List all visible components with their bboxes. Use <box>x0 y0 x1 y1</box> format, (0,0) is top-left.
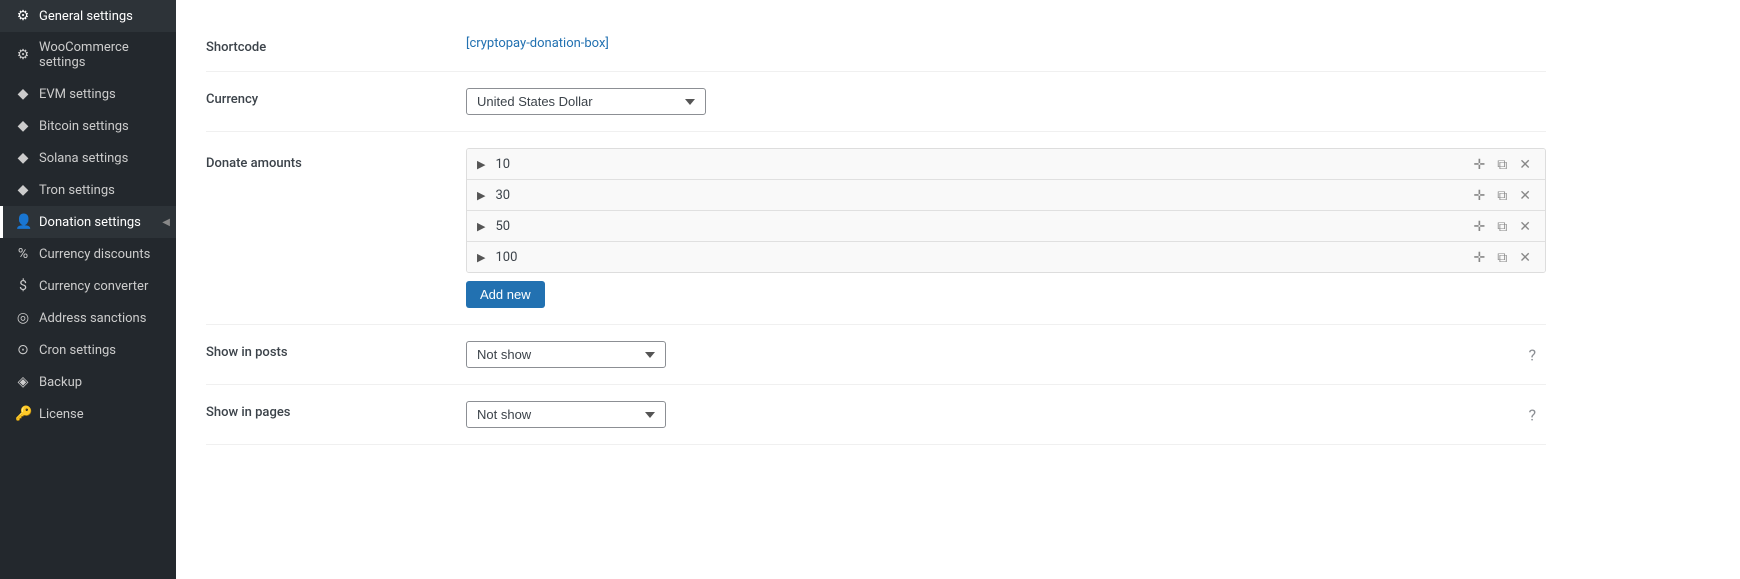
currency-control: United States Dollar Euro British Pound … <box>466 88 1546 115</box>
sidebar-item-general-settings[interactable]: ⚙ General settings <box>0 0 176 32</box>
amount-chevron-icon[interactable]: ▶ <box>477 220 485 233</box>
sidebar-item-label: Tron settings <box>39 183 115 198</box>
amount-move-icon[interactable]: ✛ <box>1470 248 1490 266</box>
currency-row: Currency United States Dollar Euro Briti… <box>206 72 1546 132</box>
show-in-posts-select[interactable]: Not show Show <box>466 341 666 368</box>
sidebar-item-label: Backup <box>39 375 82 390</box>
show-in-posts-control: Not show Show <box>466 341 1546 368</box>
sidebar-item-label: Cron settings <box>39 343 116 358</box>
sidebar-item-donation-settings[interactable]: 👤 Donation settings ◀ <box>0 206 176 238</box>
amount-value: 100 <box>495 250 1463 265</box>
sidebar-item-label: EVM settings <box>39 87 116 102</box>
diamond-icon: ◆ <box>15 118 31 134</box>
sidebar-item-license[interactable]: 🔑 License <box>0 398 176 430</box>
diamond-icon: ◆ <box>15 182 31 198</box>
donate-amounts-list: ▶ 10 ✛ ⧉ ✕ ▶ 30 ✛ ⧉ ✕ ▶ 50 ✛ ⧉ ✕ ▶ <box>466 148 1546 273</box>
diamond-icon: ◆ <box>15 86 31 102</box>
donate-amounts-label: Donate amounts <box>206 148 466 171</box>
amount-delete-icon[interactable]: ✕ <box>1515 217 1535 235</box>
diamond-icon: ◆ <box>15 150 31 166</box>
amount-copy-icon[interactable]: ⧉ <box>1493 217 1511 235</box>
show-in-pages-help-icon[interactable]: ? <box>1528 405 1536 424</box>
amount-row: ▶ 50 ✛ ⧉ ✕ <box>467 211 1545 242</box>
user-icon: 👤 <box>15 214 31 230</box>
show-in-posts-help-icon[interactable]: ? <box>1528 345 1536 364</box>
sidebar-item-label: License <box>39 407 84 422</box>
sidebar-item-label: Bitcoin settings <box>39 119 129 134</box>
sidebar-arrow-icon: ◀ <box>162 217 170 228</box>
gear-icon: ⚙ <box>15 47 31 63</box>
sidebar-item-currency-discounts[interactable]: % Currency discounts <box>0 238 176 270</box>
sidebar-item-cron-settings[interactable]: ⊙ Cron settings <box>0 334 176 366</box>
shortcode-value: [cryptopay-donation-box] <box>466 32 609 51</box>
amount-actions: ✛ ⧉ ✕ <box>1470 217 1535 235</box>
amount-actions: ✛ ⧉ ✕ <box>1470 248 1535 266</box>
amount-chevron-icon[interactable]: ▶ <box>477 189 485 202</box>
currency-label: Currency <box>206 88 466 107</box>
amount-actions: ✛ ⧉ ✕ <box>1470 155 1535 173</box>
show-in-pages-label: Show in pages <box>206 401 466 420</box>
donate-amounts-control: ▶ 10 ✛ ⧉ ✕ ▶ 30 ✛ ⧉ ✕ ▶ 50 ✛ ⧉ ✕ ▶ <box>466 148 1546 308</box>
amount-row: ▶ 10 ✛ ⧉ ✕ <box>467 149 1545 180</box>
sidebar-item-bitcoin-settings[interactable]: ◆ Bitcoin settings <box>0 110 176 142</box>
sidebar-item-label: WooCommerce settings <box>39 40 164 70</box>
amount-chevron-icon[interactable]: ▶ <box>477 158 485 171</box>
show-in-posts-row: Show in posts Not show Show ? <box>206 325 1546 385</box>
amount-row: ▶ 30 ✛ ⧉ ✕ <box>467 180 1545 211</box>
amount-actions: ✛ ⧉ ✕ <box>1470 186 1535 204</box>
sidebar-item-label: Currency discounts <box>39 247 150 262</box>
shortcode-label: Shortcode <box>206 36 466 55</box>
circle-icon: ◎ <box>15 310 31 326</box>
currency-select[interactable]: United States Dollar Euro British Pound … <box>466 88 706 115</box>
show-in-pages-select[interactable]: Not show Show <box>466 401 666 428</box>
sidebar-item-label: General settings <box>39 9 133 24</box>
sidebar-item-label: Solana settings <box>39 151 128 166</box>
show-in-posts-label: Show in posts <box>206 341 466 360</box>
amount-value: 30 <box>495 188 1463 203</box>
amount-delete-icon[interactable]: ✕ <box>1515 155 1535 173</box>
sidebar-item-label: Address sanctions <box>39 311 146 326</box>
clock-icon: ⊙ <box>15 342 31 358</box>
sidebar: ⚙ General settings ⚙ WooCommerce setting… <box>0 0 176 579</box>
sidebar-item-address-sanctions[interactable]: ◎ Address sanctions <box>0 302 176 334</box>
amount-move-icon[interactable]: ✛ <box>1470 155 1490 173</box>
sidebar-item-label: Donation settings <box>39 215 141 230</box>
sidebar-item-label: Currency converter <box>39 279 148 294</box>
amount-copy-icon[interactable]: ⧉ <box>1493 186 1511 204</box>
percent-icon: % <box>15 246 31 262</box>
dollar-icon: $ <box>15 278 31 294</box>
sidebar-item-currency-converter[interactable]: $ Currency converter <box>0 270 176 302</box>
amount-move-icon[interactable]: ✛ <box>1470 217 1490 235</box>
amount-chevron-icon[interactable]: ▶ <box>477 251 485 264</box>
amount-delete-icon[interactable]: ✕ <box>1515 248 1535 266</box>
backup-icon: ◈ <box>15 374 31 390</box>
amount-value: 50 <box>495 219 1463 234</box>
sidebar-item-woocommerce-settings[interactable]: ⚙ WooCommerce settings <box>0 32 176 78</box>
show-in-pages-control: Not show Show <box>466 401 1546 428</box>
amount-move-icon[interactable]: ✛ <box>1470 186 1490 204</box>
sidebar-item-backup[interactable]: ◈ Backup <box>0 366 176 398</box>
sidebar-item-tron-settings[interactable]: ◆ Tron settings <box>0 174 176 206</box>
show-in-pages-row: Show in pages Not show Show ? <box>206 385 1546 445</box>
sidebar-item-evm-settings[interactable]: ◆ EVM settings <box>0 78 176 110</box>
sidebar-item-solana-settings[interactable]: ◆ Solana settings <box>0 142 176 174</box>
shortcode-row: Shortcode [cryptopay-donation-box] <box>206 20 1546 72</box>
amount-delete-icon[interactable]: ✕ <box>1515 186 1535 204</box>
main-content: Shortcode [cryptopay-donation-box] Curre… <box>176 0 1740 579</box>
add-new-button[interactable]: Add new <box>466 281 545 308</box>
donate-amounts-row: Donate amounts ▶ 10 ✛ ⧉ ✕ ▶ 30 ✛ ⧉ ✕ ▶ 5… <box>206 132 1546 325</box>
amount-copy-icon[interactable]: ⧉ <box>1493 155 1511 173</box>
amount-value: 10 <box>495 157 1463 172</box>
key-icon: 🔑 <box>15 406 31 422</box>
shortcode-control: [cryptopay-donation-box] <box>466 36 1546 51</box>
gear-icon: ⚙ <box>15 8 31 24</box>
amount-copy-icon[interactable]: ⧉ <box>1493 248 1511 266</box>
amount-row: ▶ 100 ✛ ⧉ ✕ <box>467 242 1545 272</box>
